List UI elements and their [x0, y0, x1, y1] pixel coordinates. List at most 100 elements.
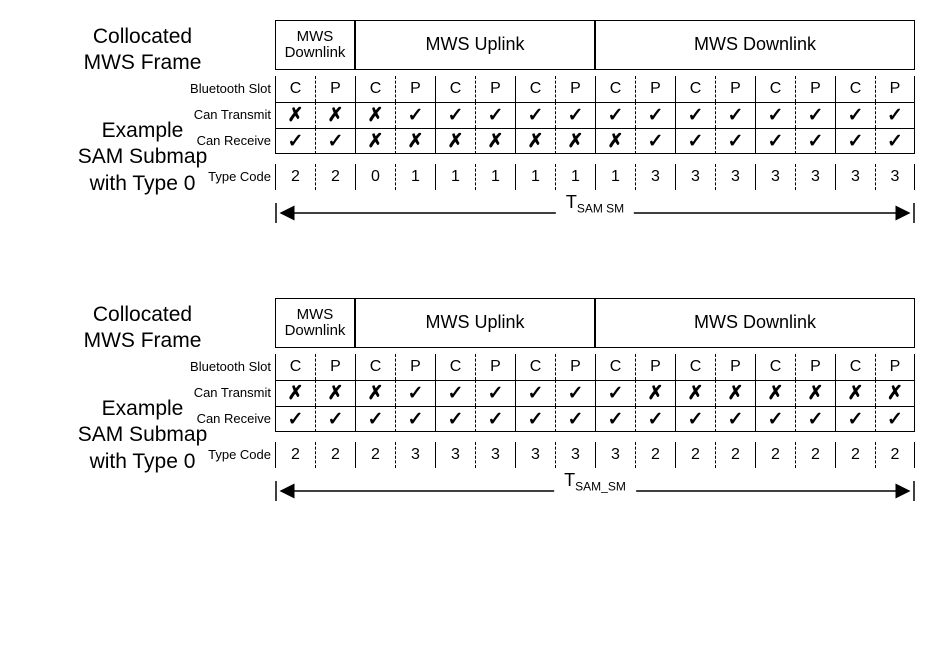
type-code-row-cell: 1 — [595, 164, 635, 190]
can-transmit-row-cell: ✓ — [555, 102, 595, 128]
can-transmit-row-cell: ✓ — [715, 102, 755, 128]
can-receive-row-cell: ✓ — [755, 406, 795, 432]
type-code-row-cell: 3 — [555, 442, 595, 468]
type-code-row-cell: 3 — [795, 164, 835, 190]
type-code-row-cell: 2 — [315, 164, 355, 190]
can-receive-row-cell: ✓ — [435, 406, 475, 432]
can-receive-row-cell: ✗ — [395, 128, 435, 154]
can-receive-row-cell: ✓ — [635, 406, 675, 432]
can-transmit-row-cell: ✓ — [515, 102, 555, 128]
bluetooth-slot-row-cell: P — [875, 354, 915, 380]
example-sam-submap-label: ExampleSAM Submapwith Type 0 — [10, 118, 275, 197]
can-transmit-row-cell: ✓ — [395, 380, 435, 406]
can-transmit-row-cell: ✗ — [275, 380, 315, 406]
bluetooth-slot-label: Bluetooth Slot — [190, 359, 271, 374]
can-receive-row-cell: ✗ — [355, 128, 395, 154]
can-receive-row-cell: ✓ — [395, 406, 435, 432]
can-receive-row-cell: ✓ — [635, 128, 675, 154]
mws-frame-header-row: MWSDownlinkMWS UplinkMWS Downlink — [275, 20, 915, 70]
bluetooth-slot-row-cell: C — [595, 354, 635, 380]
bluetooth-slot-row-cell: C — [355, 354, 395, 380]
can-receive-row-cell: ✓ — [715, 128, 755, 154]
type-code-row-cell: 3 — [515, 442, 555, 468]
can-transmit-row-cell: ✓ — [595, 102, 635, 128]
can-receive-label: Can Receive — [197, 411, 271, 426]
mws-downlink-header: MWSDownlink — [275, 20, 355, 70]
type-code-row-cell: 2 — [835, 442, 875, 468]
bluetooth-slot-row-cell: P — [395, 76, 435, 102]
type-code-row: 2201111113333333 — [275, 164, 915, 190]
can-transmit-row-cell: ✓ — [475, 102, 515, 128]
can-transmit-row-cell: ✗ — [275, 102, 315, 128]
can-receive-row-cell: ✓ — [315, 406, 355, 432]
bluetooth-slot-row-cell: P — [715, 354, 755, 380]
can-receive-row-cell: ✓ — [475, 406, 515, 432]
can-receive-row-cell: ✓ — [875, 128, 915, 154]
can-receive-row-cell: ✗ — [435, 128, 475, 154]
can-receive-row-cell: ✗ — [515, 128, 555, 154]
type-code-row-cell: 3 — [435, 442, 475, 468]
type-code-row-cell: 1 — [555, 164, 595, 190]
bluetooth-slot-row-cell: P — [475, 76, 515, 102]
can-transmit-row-cell: ✓ — [675, 102, 715, 128]
can-transmit-row-cell: ✗ — [355, 380, 395, 406]
type-code-row-cell: 3 — [755, 164, 795, 190]
type-code-row-cell: 0 — [355, 164, 395, 190]
can-transmit-row-cell: ✓ — [555, 380, 595, 406]
can-receive-row: ✓✓✓✓✓✓✓✓✓✓✓✓✓✓✓✓ — [275, 406, 915, 432]
can-transmit-row-cell: ✓ — [635, 102, 675, 128]
can-transmit-row-cell: ✗ — [355, 102, 395, 128]
type-code-row-cell: 2 — [275, 442, 315, 468]
collocated-mws-frame-label: CollocatedMWS Frame — [10, 302, 275, 355]
can-transmit-row-cell: ✓ — [395, 102, 435, 128]
type-code-row-cell: 2 — [715, 442, 755, 468]
can-receive-row-cell: ✓ — [275, 406, 315, 432]
type-code-row: 2223333332222222 — [275, 442, 915, 468]
can-transmit-label: Can Transmit — [194, 385, 271, 400]
bluetooth-slot-row-cell: C — [355, 76, 395, 102]
bluetooth-slot-row-cell: P — [315, 354, 355, 380]
mws-uplink-header: MWS Uplink — [355, 20, 595, 70]
can-receive-row-cell: ✓ — [835, 128, 875, 154]
can-receive-row-cell: ✗ — [475, 128, 515, 154]
can-transmit-row-cell: ✓ — [435, 380, 475, 406]
bluetooth-slot-row-cell: C — [675, 354, 715, 380]
bluetooth-slot-row-cell: P — [315, 76, 355, 102]
can-receive-row-cell: ✓ — [835, 406, 875, 432]
can-transmit-row-cell: ✗ — [795, 380, 835, 406]
bluetooth-slot-row-cell: P — [795, 76, 835, 102]
can-transmit-row-cell: ✓ — [435, 102, 475, 128]
can-receive-row-cell: ✓ — [355, 406, 395, 432]
can-transmit-row-cell: ✗ — [315, 380, 355, 406]
mws-uplink-header: MWS Uplink — [355, 298, 595, 348]
can-transmit-row-cell: ✗ — [315, 102, 355, 128]
can-receive-row-cell: ✓ — [795, 406, 835, 432]
sam-submap-diagram: CollocatedMWS FrameExampleSAM Submapwith… — [10, 20, 922, 228]
can-transmit-label: Can Transmit — [194, 107, 271, 122]
can-receive-row-cell: ✗ — [595, 128, 635, 154]
can-receive-row-cell: ✓ — [515, 406, 555, 432]
type-code-row-cell: 1 — [475, 164, 515, 190]
can-receive-row-cell: ✓ — [675, 128, 715, 154]
tsam-label: TSAM SM — [556, 192, 634, 216]
can-transmit-row-cell: ✓ — [795, 102, 835, 128]
bluetooth-slot-row-cell: C — [515, 354, 555, 380]
type-code-row-cell: 3 — [675, 164, 715, 190]
bluetooth-slot-row-cell: C — [675, 76, 715, 102]
mws-frame-header-row: MWSDownlinkMWS UplinkMWS Downlink — [275, 298, 915, 348]
can-receive-row: ✓✓✗✗✗✗✗✗✗✓✓✓✓✓✓✓ — [275, 128, 915, 154]
can-receive-row-cell: ✓ — [555, 406, 595, 432]
can-transmit-row-cell: ✗ — [715, 380, 755, 406]
type-code-row-cell: 2 — [795, 442, 835, 468]
type-code-row-cell: 2 — [355, 442, 395, 468]
type-code-row-cell: 3 — [835, 164, 875, 190]
mws-downlink-header: MWS Downlink — [595, 20, 915, 70]
bluetooth-slot-row-cell: P — [635, 354, 675, 380]
mws-downlink-header: MWS Downlink — [595, 298, 915, 348]
can-receive-row-cell: ✓ — [595, 406, 635, 432]
mws-downlink-header: MWSDownlink — [275, 298, 355, 348]
bluetooth-slot-row: CPCPCPCPCPCPCPCP — [275, 76, 915, 102]
can-receive-row-cell: ✓ — [755, 128, 795, 154]
type-code-label: Type Code — [208, 169, 271, 184]
can-transmit-row: ✗✗✗✓✓✓✓✓✓✗✗✗✗✗✗✗ — [275, 380, 915, 406]
